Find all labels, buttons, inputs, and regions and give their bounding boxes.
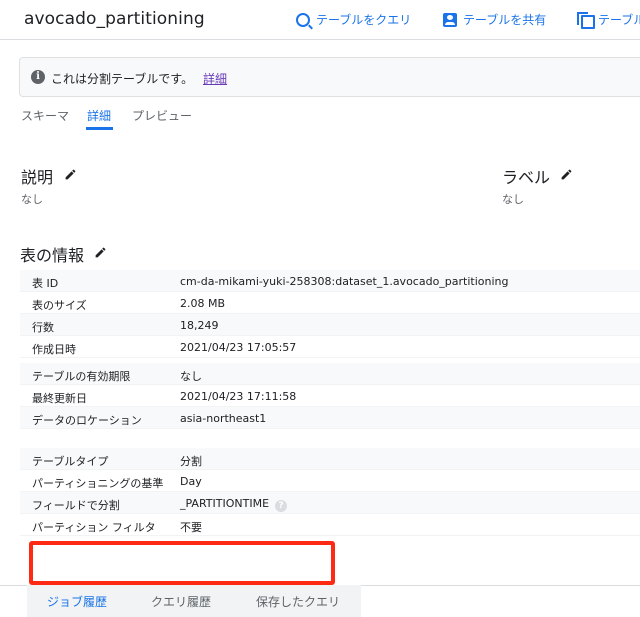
description-value: なし [21,193,43,206]
tab-query-history[interactable]: クエリ履歴 [151,593,211,610]
tab-schema[interactable]: スキーマ [21,107,69,124]
row-value: asia-northeast1 [180,412,267,425]
partition-field-value: _PARTITIONTIME [180,497,270,510]
row-key: 表 ID [32,277,59,290]
tab-saved-queries[interactable]: 保存したクエリ [256,593,340,610]
table-row: テーブルタイプ 分割 [20,448,640,470]
share-icon [443,12,457,27]
copy-table-button[interactable]: テーブル [577,11,640,29]
labels-title: ラベル [502,168,551,187]
description-title: 説明 [21,168,54,187]
edit-description-icon[interactable] [64,168,77,181]
table-row: フィールドで分割 _PARTITIONTIME? [20,492,640,514]
banner-message: これは分割テーブルです。 [51,72,194,86]
table-title: avocado_partitioning [24,9,205,29]
tab-preview[interactable]: プレビュー [132,107,192,124]
row-key: 表のサイズ [32,299,87,312]
row-key: テーブルタイプ [32,455,109,468]
row-value: cm-da-mikami-yuki-258308:dataset_1.avoca… [180,275,509,288]
row-key: パーティション フィルタ [32,521,156,534]
copy-icon [577,11,595,29]
table-row: 作成日時 2021/04/23 17:05:57 [20,336,640,358]
partition-info-banner: i これは分割テーブルです。 詳細 [19,57,640,97]
query-icon [296,12,310,27]
table-row: 表 ID cm-da-mikami-yuki-258308:dataset_1.… [20,270,640,292]
table-row: パーティショニングの基準 Day [20,470,640,492]
table-row: テーブルの有効期限 なし [20,363,640,385]
row-key: 最終更新日 [32,392,87,405]
highlight-annotation-box [29,541,335,585]
row-value: 18,249 [180,319,219,332]
row-key: 行数 [32,321,54,334]
table-row: 行数 18,249 [20,314,640,336]
edit-table-info-icon[interactable] [94,246,107,259]
row-value: なし [180,370,202,383]
help-icon[interactable]: ? [275,500,288,512]
table-row: パーティション フィルタ 不要 [20,514,640,536]
row-value: 2021/04/23 17:05:57 [180,341,297,354]
table-row: 最終更新日 2021/04/23 17:11:58 [20,385,640,407]
row-key: パーティショニングの基準 [32,477,164,490]
query-table-label: テーブルをクエリ [316,13,412,27]
row-value: 不要 [180,521,202,534]
share-table-label: テーブルを共有 [463,13,547,27]
row-value: 分割 [180,455,202,468]
table-row: データのロケーション asia-northeast1 [20,407,640,429]
banner-details-link[interactable]: 詳細 [203,70,227,87]
query-table-button[interactable]: テーブルをクエリ [296,11,411,28]
row-key: データのロケーション [32,414,142,427]
share-table-button[interactable]: テーブルを共有 [443,11,546,28]
row-key: テーブルの有効期限 [32,370,131,383]
table-header: avocado_partitioning テーブルをクエリ テーブルを共有 テー… [0,0,640,40]
tab-job-history[interactable]: ジョブ履歴 [47,593,107,610]
table-info-title: 表の情報 [20,246,85,265]
info-icon: i [31,70,45,84]
row-value: _PARTITIONTIME? [180,497,288,512]
row-value: 2.08 MB [180,297,226,310]
row-value: 2021/04/23 17:11:58 [180,390,297,403]
row-value: Day [180,475,202,488]
labels-value: なし [502,193,524,206]
edit-labels-icon[interactable] [560,168,573,181]
tab-details[interactable]: 詳細 [87,107,111,124]
row-key: 作成日時 [32,343,76,356]
table-row: 表のサイズ 2.08 MB [20,292,640,314]
row-key: フィールドで分割 [32,499,120,512]
copy-table-label: テーブル [598,13,640,27]
active-tab-indicator [86,127,113,130]
